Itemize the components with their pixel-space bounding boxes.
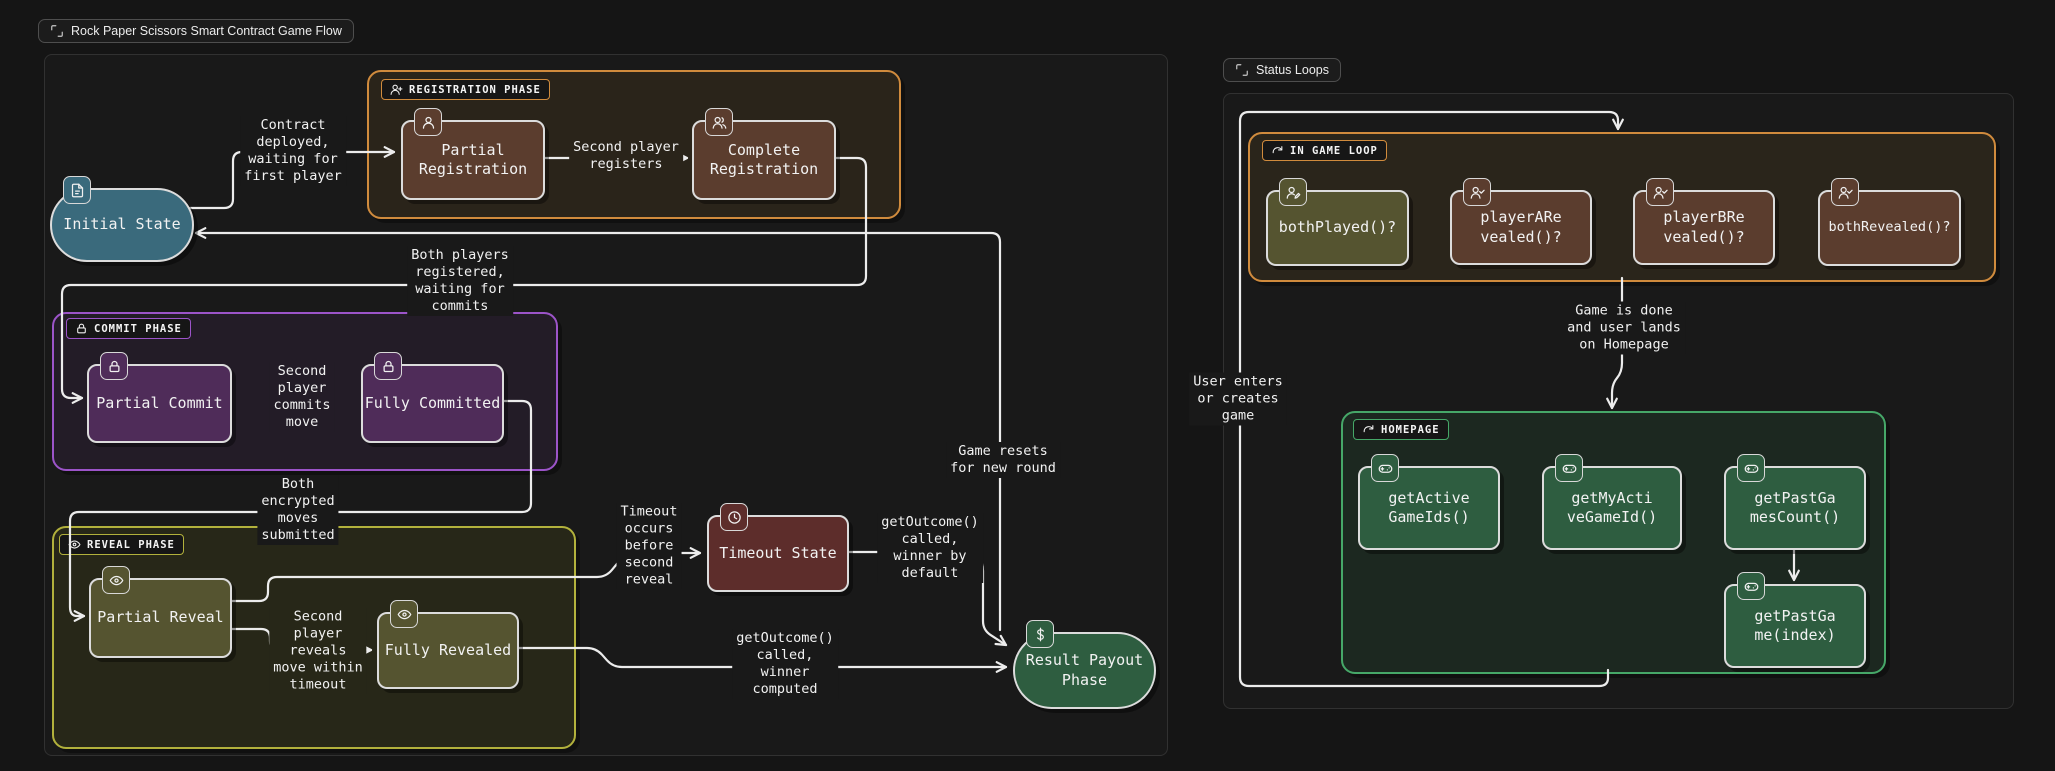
group-label-text: IN GAME LOOP <box>1290 145 1378 157</box>
user-plus-icon <box>390 83 403 96</box>
eye-icon <box>102 566 130 594</box>
group-label-homepage[interactable]: HOMEPAGE <box>1353 419 1449 440</box>
frame-title-text: Rock Paper Scissors Smart Contract Game … <box>71 24 342 38</box>
users-icon <box>705 108 733 136</box>
node-label-fully-revealed: Fully Revealed <box>385 641 511 661</box>
eye-icon <box>390 600 418 628</box>
edge-label-getoutcome-winner-computed[interactable]: getOutcome() called, winner computed <box>732 629 838 699</box>
clock-icon <box>720 503 748 531</box>
frame-icon <box>1235 63 1249 77</box>
node-player-a-revealed[interactable]: playerARe vealed()? <box>1450 190 1592 265</box>
node-label-partial-registration: Partial Registration <box>419 141 527 180</box>
node-label-get-past-games-count: getPastGa mesCount() <box>1750 489 1840 528</box>
node-get-past-games-count[interactable]: getPastGa mesCount() <box>1724 466 1866 550</box>
frame-icon <box>50 24 64 38</box>
group-label-commit-phase[interactable]: COMMIT PHASE <box>66 318 191 339</box>
edge-label-user-enters[interactable]: User enters or creates game <box>1189 373 1286 426</box>
group-label-text: REGISTRATION PHASE <box>409 84 541 96</box>
edge-label-second-player-registers[interactable]: Second player registers <box>569 138 683 174</box>
node-label-both-played: bothPlayed()? <box>1279 218 1396 238</box>
node-label-fully-committed: Fully Committed <box>365 394 500 414</box>
diagram-canvas: REGISTRATION PHASE COMMIT PHASE REVEAL PHA… <box>0 0 2055 771</box>
gamepad-icon <box>1371 454 1399 482</box>
node-label-get-my-active-game-id: getMyActi veGameId() <box>1567 489 1657 528</box>
node-fully-revealed[interactable]: Fully Revealed <box>377 612 519 689</box>
repeat-icon <box>1362 423 1375 436</box>
repeat-icon <box>1271 144 1284 157</box>
edge-label-second-player-reveals[interactable]: Second player reveals move within timeou… <box>269 608 366 695</box>
group-label-in-game-loop[interactable]: IN GAME LOOP <box>1262 140 1387 161</box>
edge-label-both-encrypted-moves[interactable]: Both encrypted moves submitted <box>257 475 338 545</box>
user-check-icon <box>1463 178 1491 206</box>
file-text-icon <box>63 176 91 204</box>
node-label-partial-reveal: Partial Reveal <box>97 608 223 628</box>
user-check-icon <box>1646 178 1674 206</box>
edge-label-timeout-occurs[interactable]: Timeout occurs before second reveal <box>617 503 682 590</box>
node-label-get-past-game: getPastGa me(index) <box>1754 607 1835 646</box>
node-label-player-b-revealed: playerBRe vealed()? <box>1663 208 1744 247</box>
lock-icon <box>100 352 128 380</box>
frame-title-status-loops[interactable]: Status Loops <box>1223 58 1341 82</box>
node-partial-registration[interactable]: Partial Registration <box>401 120 545 200</box>
user-icon <box>414 108 442 136</box>
node-label-both-revealed: bothRevealed()? <box>1829 219 1951 237</box>
node-result-payout-phase[interactable]: Result Payout Phase <box>1013 632 1156 709</box>
node-fully-committed[interactable]: Fully Committed <box>361 364 504 443</box>
node-get-my-active-game-id[interactable]: getMyActi veGameId() <box>1542 466 1682 550</box>
gamepad-icon <box>1555 454 1583 482</box>
node-label-partial-commit: Partial Commit <box>96 394 222 414</box>
group-label-text: REVEAL PHASE <box>87 539 175 551</box>
node-label-player-a-revealed: playerARe vealed()? <box>1480 208 1561 247</box>
node-label-get-active-game-ids: getActive GameIds() <box>1388 489 1469 528</box>
edge-label-contract-deployed[interactable]: Contract deployed, waiting for first pla… <box>240 116 346 186</box>
node-partial-reveal[interactable]: Partial Reveal <box>89 578 232 658</box>
edge-label-game-resets[interactable]: Game resets for new round <box>946 442 1060 478</box>
group-label-reveal-phase[interactable]: REVEAL PHASE <box>59 534 184 555</box>
lock-icon <box>374 352 402 380</box>
dollar-icon <box>1026 620 1054 648</box>
node-timeout-state[interactable]: Timeout State <box>707 515 849 592</box>
group-label-text: HOMEPAGE <box>1381 424 1440 436</box>
edge-label-second-player-commits[interactable]: Second player commits move <box>270 362 335 432</box>
edge-label-game-is-done[interactable]: Game is done and user lands on Homepage <box>1563 302 1685 355</box>
node-both-revealed[interactable]: bothRevealed()? <box>1818 190 1961 266</box>
edge-label-both-players-registered[interactable]: Both players registered, waiting for com… <box>407 246 513 316</box>
node-partial-commit[interactable]: Partial Commit <box>87 364 232 443</box>
group-label-registration-phase[interactable]: REGISTRATION PHASE <box>381 79 550 100</box>
node-label-timeout-state: Timeout State <box>719 544 836 564</box>
node-label-initial-state: Initial State <box>63 215 180 235</box>
gamepad-icon <box>1737 572 1765 600</box>
frame-title-game-flow[interactable]: Rock Paper Scissors Smart Contract Game … <box>38 19 354 43</box>
user-pen-icon <box>1279 178 1307 206</box>
lock-icon <box>75 322 88 335</box>
node-both-played[interactable]: bothPlayed()? <box>1266 190 1409 266</box>
node-get-active-game-ids[interactable]: getActive GameIds() <box>1358 466 1500 550</box>
node-label-result-payout-phase: Result Payout Phase <box>1026 651 1143 690</box>
gamepad-icon <box>1737 454 1765 482</box>
node-player-b-revealed[interactable]: playerBRe vealed()? <box>1633 190 1775 265</box>
node-get-past-game[interactable]: getPastGa me(index) <box>1724 584 1866 668</box>
edge-label-getoutcome-winner-default[interactable]: getOutcome() called, winner by default <box>877 513 983 583</box>
frame-title-text: Status Loops <box>1256 63 1329 77</box>
node-label-complete-registration: Complete Registration <box>710 141 818 180</box>
node-complete-registration[interactable]: Complete Registration <box>692 120 836 200</box>
user-check-icon <box>1831 178 1859 206</box>
group-label-text: COMMIT PHASE <box>94 323 182 335</box>
node-initial-state[interactable]: Initial State <box>50 188 194 262</box>
